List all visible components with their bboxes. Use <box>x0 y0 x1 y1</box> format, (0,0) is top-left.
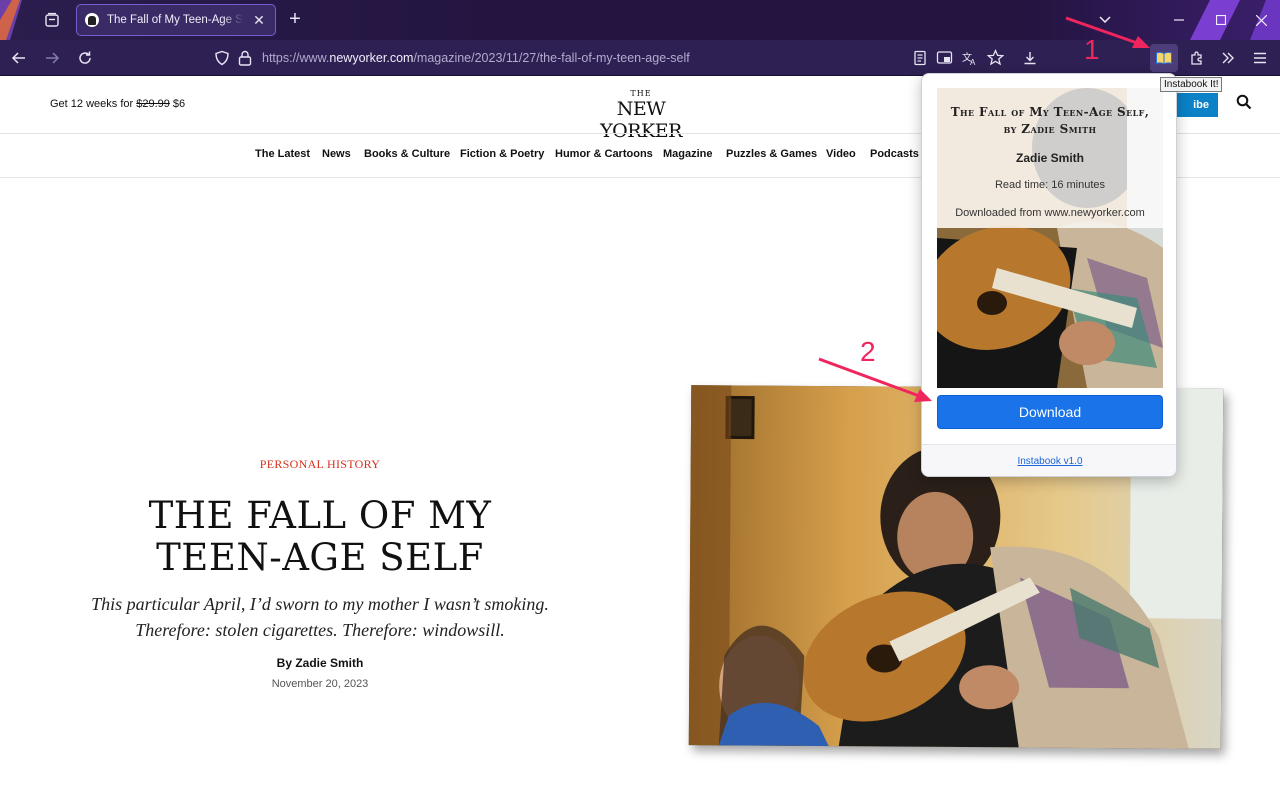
cover-read-time: Read time: 16 minutes <box>994 179 1106 191</box>
lock-icon[interactable] <box>238 50 252 66</box>
nav-item-fiction-poetry[interactable]: Fiction & Poetry <box>460 148 544 160</box>
picture-in-picture-icon[interactable] <box>936 50 954 66</box>
url-prefix: https://www. <box>262 51 330 65</box>
url-path: /magazine/2023/11/27/the-fall-of-my-teen… <box>413 51 690 65</box>
cover-source: Downloaded from www.newyorker.com <box>955 207 1145 219</box>
list-all-tabs-icon <box>45 12 59 27</box>
tab-list-button[interactable] <box>38 8 66 32</box>
article-date: November 20, 2023 <box>271 678 369 690</box>
logo-name: NEW YORKER <box>600 98 682 142</box>
article-rubric[interactable]: PERSONAL HISTORY <box>0 457 640 472</box>
promo-old-price: $29.99 <box>136 98 170 110</box>
minimize-button[interactable] <box>1156 0 1202 40</box>
extension-tooltip: Instabook It! <box>1160 77 1223 92</box>
arrow-right-icon <box>46 52 60 64</box>
subscription-promo[interactable]: Get 12 weeks for $29.99 $6 <box>50 98 185 110</box>
nav-item-puzzles-games[interactable]: Puzzles & Games <box>726 148 817 160</box>
bookmark-star-icon[interactable] <box>987 49 1004 66</box>
downloads-button[interactable] <box>1016 44 1044 72</box>
screen: The Fall of My Teen-Age Self, by Zadie S… <box>0 0 1280 800</box>
forward-button[interactable] <box>38 44 66 72</box>
search-icon <box>1236 94 1252 110</box>
arrow-left-icon <box>11 52 25 64</box>
close-icon <box>1255 14 1267 26</box>
annotation-step-1: 1 <box>1084 34 1100 65</box>
reload-button[interactable] <box>71 44 99 72</box>
instabook-popup: The Fall of My Teen-Age Self, by Zadie S… <box>921 73 1177 477</box>
translate-icon[interactable]: 文 A <box>962 50 978 66</box>
newyorker-favicon-icon <box>85 13 99 27</box>
logo-the: THE <box>630 89 652 98</box>
nav-item-news[interactable]: News <box>322 148 351 160</box>
nav-item-the-latest[interactable]: The Latest <box>255 148 310 160</box>
url-domain: newyorker.com <box>329 51 414 65</box>
new-tab-button[interactable]: + <box>284 9 306 31</box>
article-byline[interactable]: By Zadie Smith <box>0 656 640 670</box>
tracking-protection-shield-icon[interactable] <box>214 50 230 66</box>
app-menu-button[interactable] <box>1246 44 1274 72</box>
book-cover-preview: The Fall of My Teen-Age Self, by Zadie S… <box>937 88 1163 388</box>
extensions-button[interactable] <box>1183 44 1211 72</box>
nav-item-humor-cartoons[interactable]: Humor & Cartoons <box>555 148 653 160</box>
close-window-button[interactable] <box>1238 0 1280 40</box>
search-button[interactable] <box>1236 94 1258 116</box>
instabook-version-link[interactable]: Instabook v1.0 <box>922 456 1176 467</box>
back-button[interactable] <box>5 44 33 72</box>
url-text[interactable]: https://www.newyorker.com/magazine/2023/… <box>262 51 690 65</box>
popup-divider <box>922 444 1176 445</box>
more-tools-button[interactable] <box>1214 44 1242 72</box>
promo-new-price: $6 <box>169 98 186 110</box>
tab-active[interactable]: The Fall of My Teen-Age Self, by Zadie S… <box>76 4 276 36</box>
nav-item-video[interactable]: Video <box>826 148 856 160</box>
double-chevron-right-icon <box>1222 52 1234 64</box>
hamburger-menu-icon <box>1254 52 1266 64</box>
nav-item-magazine[interactable]: Magazine <box>663 148 713 160</box>
article-dek: This particular April, I’d sworn to my m… <box>91 594 549 640</box>
new-yorker-logo[interactable]: THE NEW YORKER <box>576 89 706 142</box>
cover-title: The Fall of My Teen-Age Self, by Zadie S… <box>950 105 1150 136</box>
nav-item-podcasts[interactable]: Podcasts <box>870 148 919 160</box>
address-bar[interactable]: https://www.newyorker.com/magazine/2023/… <box>206 44 1016 72</box>
close-tab-icon[interactable]: ✕ <box>251 12 267 29</box>
reader-view-icon[interactable] <box>912 50 928 66</box>
cover-author: Zadie Smith <box>1015 151 1084 165</box>
tab-title: The Fall of My Teen-Age Self, by Zadie S… <box>107 14 243 26</box>
reload-icon <box>79 51 91 64</box>
promo-text: Get 12 weeks for <box>50 98 137 110</box>
annotation-step-2: 2 <box>860 336 876 367</box>
article-headline: THE FALL OF MY TEEN-AGE SELF <box>148 494 492 579</box>
svg-text:A: A <box>970 58 976 66</box>
open-book-icon <box>1156 51 1172 65</box>
maximize-icon <box>1216 15 1226 25</box>
instabook-extension-button[interactable] <box>1150 44 1178 72</box>
download-icon <box>1024 52 1036 65</box>
chevron-down-icon <box>1099 16 1111 24</box>
puzzle-piece-icon <box>1191 51 1202 65</box>
minimize-icon <box>1174 19 1184 21</box>
theme-decoration <box>0 0 22 40</box>
nav-item-books-culture[interactable]: Books & Culture <box>364 148 450 160</box>
download-button[interactable]: Download <box>937 395 1163 429</box>
